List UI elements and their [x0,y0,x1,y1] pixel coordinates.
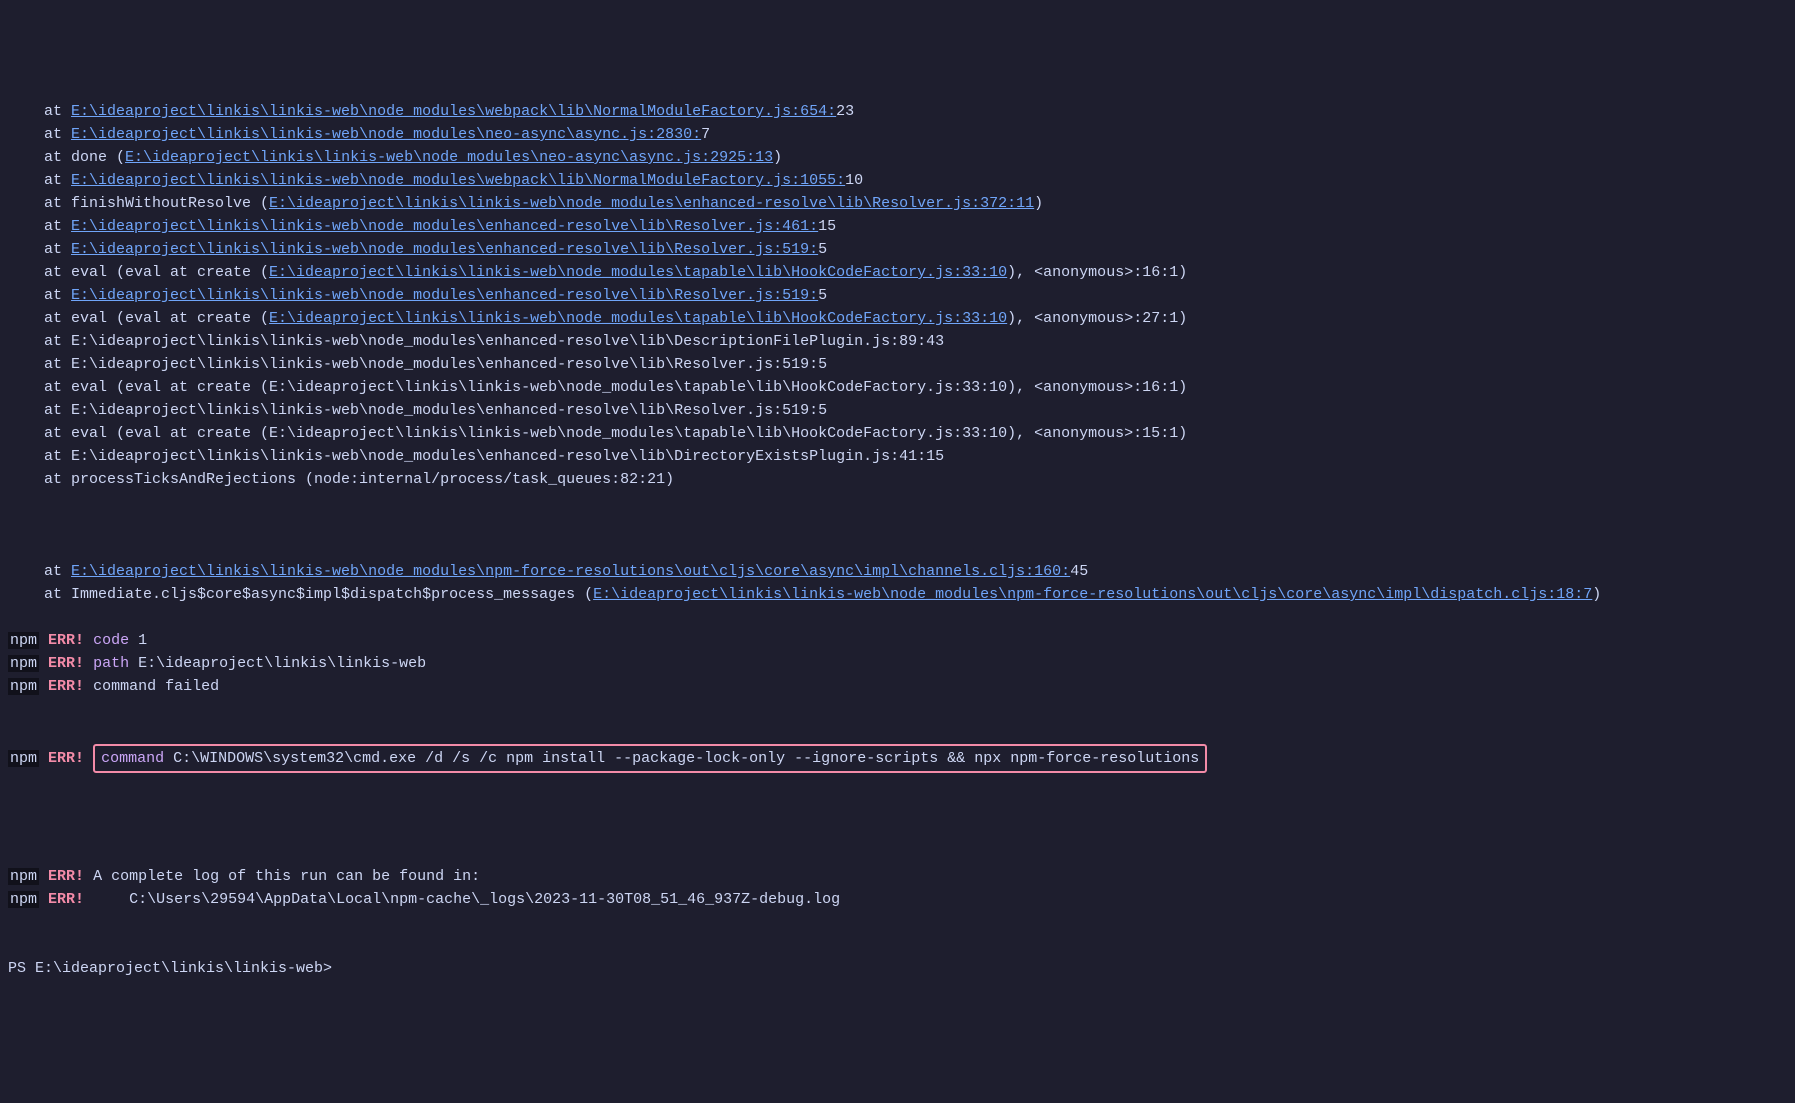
file-link[interactable]: E:\ideaproject\linkis\linkis-web\node_mo… [71,563,1070,580]
stack-text: at E:\ideaproject\linkis\linkis-web\node… [8,448,944,465]
npm-label: npm [8,891,39,908]
stack-frame: at E:\ideaproject\linkis\linkis-web\node… [0,353,1795,376]
stack-text: 10 [845,172,863,189]
stack-frame: at E:\ideaproject\linkis\linkis-web\node… [0,560,1795,583]
npm-label: npm [8,632,39,649]
file-link[interactable]: E:\ideaproject\linkis\linkis-web\node_mo… [71,287,818,304]
stack-frame: at E:\ideaproject\linkis\linkis-web\node… [0,330,1795,353]
npm-error-text: command failed [93,678,219,695]
stack-text: at eval (eval at create ( [8,310,269,327]
npm-error-line: npm ERR! command failed [0,675,1795,698]
err-label: ERR! [48,891,84,908]
stack-text: 45 [1070,563,1088,580]
npm-error-text: C:\WINDOWS\system32\cmd.exe /d /s /c npm… [164,750,1199,767]
stack-text: at [8,218,71,235]
npm-error-line: npm ERR! C:\Users\29594\AppData\Local\np… [0,888,1795,911]
file-link[interactable]: E:\ideaproject\linkis\linkis-web\node_mo… [269,310,1007,327]
file-link[interactable]: E:\ideaproject\linkis\linkis-web\node_mo… [593,586,1592,603]
stack-frame: at eval (eval at create (E:\ideaproject\… [0,261,1795,284]
npm-errors: npm ERR! code 1npm ERR! path E:\ideaproj… [0,629,1795,698]
file-link[interactable]: E:\ideaproject\linkis\linkis-web\node_mo… [269,195,1034,212]
npm-error-line: npm ERR! A complete log of this run can … [0,865,1795,888]
npm-label: npm [8,868,39,885]
npm-keyword: code [93,632,129,649]
stack-frame: at E:\ideaproject\linkis\linkis-web\node… [0,238,1795,261]
stack-text: ), <anonymous>:16:1) [1007,264,1187,281]
stack-text: at [8,172,71,189]
stack-frame: at done (E:\ideaproject\linkis\linkis-we… [0,146,1795,169]
stack-text: ) [773,149,782,166]
npm-label: npm [8,655,39,672]
npm-error-text: 1 [129,632,147,649]
blank-line [0,819,1795,842]
stack-frame: at E:\ideaproject\linkis\linkis-web\node… [0,215,1795,238]
stack-frame: at E:\ideaproject\linkis\linkis-web\node… [0,100,1795,123]
stack-text: at eval (eval at create ( [8,264,269,281]
stack-text: at [8,103,71,120]
stack-frame: at E:\ideaproject\linkis\linkis-web\node… [0,284,1795,307]
stack-text: ) [1592,586,1601,603]
file-link[interactable]: E:\ideaproject\linkis\linkis-web\node_mo… [71,172,845,189]
blank-line [0,514,1795,537]
npm-keyword: command [101,750,164,767]
stack-text: at eval (eval at create (E:\ideaproject\… [8,425,1187,442]
stack-text: at [8,563,71,580]
npm-error-text: A complete log of this run can be found … [93,868,480,885]
err-label: ERR! [48,678,84,695]
stack-text: at E:\ideaproject\linkis\linkis-web\node… [8,356,827,373]
stack-frame: at E:\ideaproject\linkis\linkis-web\node… [0,123,1795,146]
prompt-line[interactable]: PS E:\ideaproject\linkis\linkis-web> [0,957,1795,980]
err-label: ERR! [48,750,84,767]
stack-text: at E:\ideaproject\linkis\linkis-web\node… [8,402,827,419]
file-link[interactable]: E:\ideaproject\linkis\linkis-web\node_mo… [269,264,1007,281]
stack-text: at finishWithoutResolve ( [8,195,269,212]
npm-error-highlighted-line: npm ERR! command C:\WINDOWS\system32\cmd… [0,744,1795,773]
stack-text: 7 [701,126,710,143]
stack-text: 23 [836,103,854,120]
stack-frame: at eval (eval at create (E:\ideaproject\… [0,376,1795,399]
stack-frame: at E:\ideaproject\linkis\linkis-web\node… [0,169,1795,192]
prompt: PS E:\ideaproject\linkis\linkis-web> [8,960,341,977]
stack-frame: at eval (eval at create (E:\ideaproject\… [0,307,1795,330]
npm-label: npm [8,678,39,695]
file-link[interactable]: E:\ideaproject\linkis\linkis-web\node_mo… [71,241,818,258]
stack-frame: at Immediate.cljs$core$async$impl$dispat… [0,583,1795,606]
npm-error-text: C:\Users\29594\AppData\Local\npm-cache\_… [93,891,840,908]
stack-frame: at eval (eval at create (E:\ideaproject\… [0,422,1795,445]
file-link[interactable]: E:\ideaproject\linkis\linkis-web\node_mo… [71,218,818,235]
npm-log-info: npm ERR! A complete log of this run can … [0,865,1795,911]
file-link[interactable]: E:\ideaproject\linkis\linkis-web\node_mo… [71,126,701,143]
stack-text: at E:\ideaproject\linkis\linkis-web\node… [8,333,944,350]
stack-text: 5 [818,287,827,304]
npm-error-line: npm ERR! code 1 [0,629,1795,652]
stack-text: ) [1034,195,1043,212]
stack-text: at [8,241,71,258]
stack-trace-2: at E:\ideaproject\linkis\linkis-web\node… [0,560,1795,606]
stack-frame: at finishWithoutResolve (E:\ideaproject\… [0,192,1795,215]
stack-text: at [8,126,71,143]
npm-label: npm [8,750,39,767]
npm-error-text: E:\ideaproject\linkis\linkis-web [129,655,426,672]
err-label: ERR! [48,655,84,672]
err-label: ERR! [48,868,84,885]
file-link[interactable]: E:\ideaproject\linkis\linkis-web\node_mo… [125,149,773,166]
stack-trace: at E:\ideaproject\linkis\linkis-web\node… [0,100,1795,491]
stack-frame: at E:\ideaproject\linkis\linkis-web\node… [0,445,1795,468]
highlight-box: command C:\WINDOWS\system32\cmd.exe /d /… [93,744,1207,773]
stack-frame: at E:\ideaproject\linkis\linkis-web\node… [0,399,1795,422]
stack-text: at processTicksAndRejections (node:inter… [8,471,674,488]
stack-text: 5 [818,241,827,258]
stack-text: at Immediate.cljs$core$async$impl$dispat… [8,586,593,603]
stack-text: at [8,287,71,304]
npm-keyword: path [93,655,129,672]
err-label: ERR! [48,632,84,649]
stack-text: 15 [818,218,836,235]
stack-text: at done ( [8,149,125,166]
npm-error-line: npm ERR! path E:\ideaproject\linkis\link… [0,652,1795,675]
stack-frame: at processTicksAndRejections (node:inter… [0,468,1795,491]
file-link[interactable]: E:\ideaproject\linkis\linkis-web\node_mo… [71,103,836,120]
stack-text: at eval (eval at create (E:\ideaproject\… [8,379,1187,396]
stack-text: ), <anonymous>:27:1) [1007,310,1187,327]
